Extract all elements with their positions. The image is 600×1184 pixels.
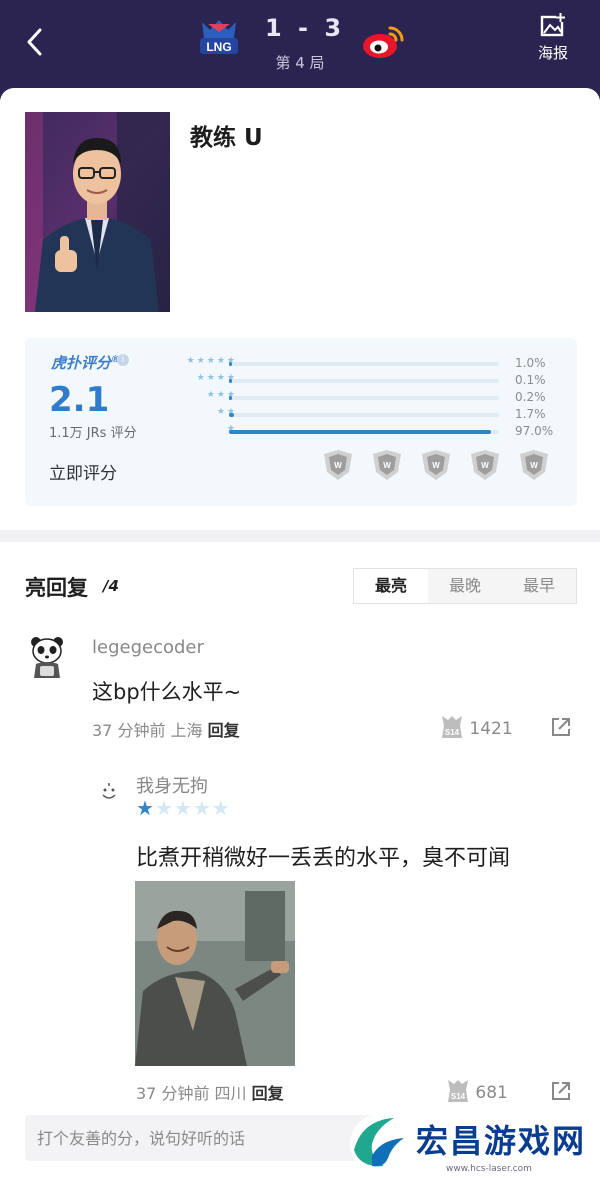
game-number: 第 4 局	[275, 54, 325, 72]
reply-text: 比煮开稍微好一丢丢的水平，臭不可闻	[136, 846, 511, 871]
light-up-icon: S14	[442, 716, 462, 738]
rate-now-button[interactable]: 立即评分	[49, 459, 117, 484]
rating-badges[interactable]: W W W W W	[321, 448, 561, 488]
like-count: 1421	[469, 719, 513, 739]
reply-reply-button[interactable]: 回复	[252, 1084, 284, 1103]
comments-count: /4	[103, 577, 119, 595]
rating-badge-1-icon[interactable]: W	[321, 448, 355, 482]
rating-bar-fill	[229, 379, 232, 383]
coach-photo	[25, 112, 170, 312]
svg-text:W: W	[334, 461, 342, 470]
top-bar: LNG 1 - 3 第 4 局 海报	[0, 0, 600, 100]
rating-bar-percent: 0.2%	[515, 390, 546, 404]
tab-hottest[interactable]: 最亮	[354, 569, 428, 603]
rating-bar-fill	[229, 396, 232, 400]
reply-time-location: 37 分钟前 四川	[136, 1084, 247, 1103]
rating-bar-row: ★ 97.0%	[155, 424, 565, 438]
rating-bar-track	[229, 413, 499, 417]
star-filled-icon: ★	[136, 796, 155, 820]
back-arrow-icon[interactable]	[20, 22, 50, 62]
team-logo-icon: LNG	[200, 20, 238, 54]
comment-time-location: 37 分钟前 上海	[92, 721, 203, 740]
watermark-text: 宏昌游戏网	[416, 1122, 587, 1160]
match-score: 1 - 3	[264, 14, 346, 42]
reply-star-rating: ★★★★★	[136, 796, 231, 820]
like-button[interactable]: S14 1421	[440, 714, 513, 740]
rating-bar-row: ★★★★★ 1.0%	[155, 356, 565, 370]
reply-button[interactable]: 回复	[208, 721, 240, 740]
coach-name: 教练 U	[190, 125, 263, 151]
star-empty-icon: ★	[211, 796, 231, 820]
watermark-url: www.hcs-laser.com	[446, 1164, 532, 1174]
poster-label: 海报	[537, 44, 568, 62]
rating-brand: 虎扑评分®	[51, 352, 120, 373]
comment-text: 这bp什么水平~	[92, 680, 242, 704]
svg-text:S14: S14	[451, 1092, 466, 1101]
rating-bar-percent: 0.1%	[515, 373, 546, 387]
rating-badge-3-icon[interactable]: W	[419, 448, 453, 482]
avatar-face-icon[interactable]	[98, 782, 120, 804]
poster-image-icon	[540, 13, 565, 37]
avatar-panda-icon[interactable]	[28, 634, 66, 680]
reply-image[interactable]	[135, 881, 295, 1066]
rating-bar-row: ★★★ 0.2%	[155, 390, 565, 404]
rating-bar-fill	[229, 362, 232, 366]
rating-bar-row: ★★★★ 0.1%	[155, 373, 565, 387]
svg-text:S14: S14	[445, 728, 460, 737]
rating-bar-track	[229, 430, 499, 434]
rating-bar-track	[229, 362, 499, 366]
rating-badge-2-icon[interactable]: W	[370, 448, 404, 482]
star-empty-icon: ★	[154, 796, 174, 820]
reply-like-button[interactable]: S14 681	[446, 1078, 508, 1104]
tab-latest[interactable]: 最晚	[428, 569, 502, 603]
share-icon[interactable]	[550, 716, 572, 738]
svg-text:W: W	[530, 461, 538, 470]
poster-button[interactable]: 海报	[528, 12, 578, 63]
rating-bar-fill	[229, 430, 491, 434]
rating-panel: 虎扑评分® i 2.1 1.1万 JRs 评分 立即评分 ★★★★★ 1.0% ★★…	[25, 338, 577, 506]
reply-share-icon[interactable]	[550, 1080, 572, 1102]
rating-brand-text: 虎扑评分	[51, 354, 112, 372]
svg-text:W: W	[383, 461, 391, 470]
rating-bar-percent: 1.0%	[515, 356, 546, 370]
watermark-logo-icon	[350, 1114, 410, 1174]
team-logo-text: LNG	[206, 40, 231, 54]
rating-badge-5-icon[interactable]: W	[517, 448, 551, 482]
rating-bar-track	[229, 396, 499, 400]
rating-badge-4-icon[interactable]: W	[468, 448, 502, 482]
svg-text:W: W	[432, 461, 440, 470]
sort-tabs: 最亮 最晚 最早	[353, 568, 577, 604]
comment-meta: 37 分钟前 上海 回复	[92, 717, 240, 741]
rating-bar-row: ★★ 1.7%	[155, 407, 565, 421]
weibo-icon[interactable]	[360, 22, 406, 62]
rating-bar-percent: 97.0%	[515, 424, 554, 438]
comment-input-bar	[25, 1115, 385, 1161]
info-icon[interactable]: i	[117, 354, 129, 366]
comments-title: 亮回复	[25, 576, 88, 600]
light-up-icon: S14	[448, 1080, 468, 1102]
svg-text:W: W	[481, 461, 489, 470]
watermark: 宏昌游戏网 www.hcs-laser.com	[348, 1108, 598, 1182]
tab-earliest[interactable]: 最早	[502, 569, 576, 603]
comment-input[interactable]	[25, 1115, 385, 1161]
rating-bar-fill	[229, 413, 234, 417]
rating-bar-percent: 1.7%	[515, 407, 546, 421]
reply-username[interactable]: 我身无拘	[136, 772, 208, 798]
rating-bar-track	[229, 379, 499, 383]
reply-meta: 37 分钟前 四川 回复	[136, 1080, 284, 1104]
star-empty-icon: ★	[192, 796, 212, 820]
comment-username[interactable]: legegecoder	[92, 637, 204, 658]
star-empty-icon: ★	[173, 796, 193, 820]
reply-like-count: 681	[475, 1083, 508, 1103]
star-icon: ★★★★★	[136, 796, 231, 820]
rating-count: 1.1万 JRs 评分	[49, 426, 137, 441]
rating-score: 2.1	[49, 380, 110, 420]
section-divider	[0, 530, 600, 542]
